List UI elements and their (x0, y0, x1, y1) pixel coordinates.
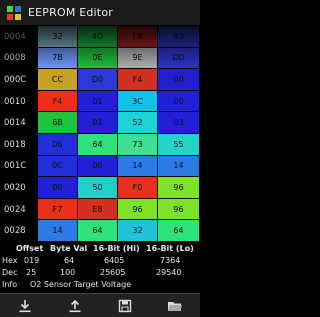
open-folder-button[interactable] (160, 296, 190, 316)
byte-cell[interactable]: 64 (78, 134, 118, 156)
grid-row: 0004 32 4D E8 A3 (0, 26, 200, 48)
byte-cell[interactable]: 32 (118, 220, 158, 242)
grid-row: 0010 F4 01 3C 00 (0, 90, 200, 113)
byte-cell[interactable]: 32 (38, 26, 78, 48)
save-icon (118, 299, 132, 312)
hex-label: Hex (2, 256, 18, 265)
byte-cell[interactable]: 0E (78, 47, 118, 70)
row-address: 001C (4, 161, 27, 172)
byte-cell[interactable]: F4 (118, 69, 158, 91)
byte-cell[interactable]: 64 (78, 220, 118, 242)
dec-offset: 25 (26, 268, 37, 277)
grid-row: 0020 00 50 F0 96 (0, 177, 200, 199)
byte-cell[interactable]: 73 (118, 134, 158, 156)
byte-cell[interactable]: E8 (118, 26, 158, 48)
byte-cell[interactable]: 64 (158, 220, 200, 242)
folder-open-icon (168, 301, 182, 311)
byte-cell[interactable]: 96 (118, 198, 158, 221)
dec-byte: 100 (60, 268, 76, 277)
byte-cell[interactable]: 3C (118, 90, 158, 113)
info-description-row: Info O2 Sensor Target Voltage (0, 280, 200, 291)
grid-row: 0028 14 64 32 64 (0, 220, 200, 242)
dec-hi: 25605 (100, 268, 126, 277)
row-address: 0020 (4, 182, 26, 193)
byte-cell[interactable]: DD (158, 47, 200, 70)
upload-icon (69, 299, 81, 312)
byte-cell[interactable]: 96 (158, 198, 200, 221)
hex-byte: 64 (64, 256, 75, 265)
byte-cell[interactable]: 7B (38, 47, 78, 70)
row-address: 0024 (4, 204, 26, 215)
title-bar: EEPROM Editor (0, 0, 200, 25)
header-offset: Offset (16, 244, 44, 253)
byte-cell[interactable]: 14 (38, 220, 78, 242)
byte-cell[interactable]: 01 (78, 90, 118, 113)
info-panel: Offset Byte Val 16-Bit (Hi) 16-Bit (Lo) … (0, 244, 200, 292)
hex-lo: 7364 (160, 256, 181, 265)
header-byte-val: Byte Val (50, 244, 88, 253)
row-address: 0028 (4, 226, 26, 237)
row-address: 0010 (4, 96, 26, 107)
grid-row: 001C 0C 00 14 14 (0, 155, 200, 178)
hex-grid: 0004 32 4D E8 A3 0008 7B 0E 9E DD 000C CC D0 F4 00 0010… (0, 26, 200, 242)
byte-cell[interactable]: F7 (38, 198, 78, 221)
grid-row: 0014 6B 01 52 03 (0, 112, 200, 134)
dec-label: Dec (2, 268, 18, 277)
byte-cell[interactable]: 06 (38, 134, 78, 156)
info-hex-row: Hex 019 64 6405 7364 (0, 256, 200, 267)
app-icon (7, 5, 21, 20)
info-description: O2 Sensor Target Voltage (30, 280, 132, 289)
byte-cell[interactable]: 01 (78, 112, 118, 134)
info-label: Info (2, 280, 18, 289)
byte-cell[interactable]: 50 (78, 177, 118, 199)
grid-row: 0018 06 64 73 55 (0, 134, 200, 156)
row-address: 0018 (4, 139, 26, 150)
upload-button[interactable] (60, 296, 90, 316)
info-dec-row: Dec 25 100 25605 29540 (0, 268, 200, 279)
row-address: 0004 (4, 31, 26, 42)
download-button[interactable] (10, 296, 40, 316)
byte-cell[interactable]: 6B (38, 112, 78, 134)
hex-hi: 6405 (104, 256, 125, 265)
row-address: 0008 (4, 53, 26, 64)
byte-cell[interactable]: CC (38, 69, 78, 91)
byte-cell[interactable]: 00 (38, 177, 78, 199)
grid-row: 0024 F7 E8 96 96 (0, 198, 200, 221)
grid-row: 000C CC D0 F4 00 (0, 69, 200, 91)
byte-cell[interactable]: 4D (78, 26, 118, 48)
byte-cell[interactable]: 0C (38, 155, 78, 178)
byte-cell[interactable]: 00 (158, 90, 200, 113)
byte-cell[interactable]: 03 (158, 112, 200, 134)
byte-cell[interactable]: 00 (158, 69, 200, 91)
byte-cell[interactable]: D0 (78, 69, 118, 91)
byte-cell[interactable]: A3 (158, 26, 200, 48)
byte-cell[interactable]: 52 (118, 112, 158, 134)
save-button[interactable] (110, 296, 140, 316)
row-address: 000C (4, 74, 27, 85)
bottom-toolbar (0, 293, 200, 317)
byte-cell[interactable]: 9E (118, 47, 158, 70)
header-16bit-hi: 16-Bit (Hi) (93, 244, 140, 253)
hex-offset: 019 (24, 256, 40, 265)
byte-cell[interactable]: 55 (158, 134, 200, 156)
byte-cell[interactable]: 14 (118, 155, 158, 178)
byte-cell[interactable]: 96 (158, 177, 200, 199)
info-header-row: Offset Byte Val 16-Bit (Hi) 16-Bit (Lo) (0, 244, 200, 255)
byte-cell[interactable]: 00 (78, 155, 118, 178)
grid-row: 0008 7B 0E 9E DD (0, 47, 200, 70)
byte-cell[interactable]: 14 (158, 155, 200, 178)
dec-lo: 29540 (156, 268, 182, 277)
byte-cell[interactable]: F4 (38, 90, 78, 113)
download-icon (19, 299, 31, 312)
row-address: 0014 (4, 118, 26, 129)
app-title: EEPROM Editor (28, 6, 113, 19)
header-16bit-lo: 16-Bit (Lo) (146, 244, 194, 253)
byte-cell[interactable]: E8 (78, 198, 118, 221)
byte-cell[interactable]: F0 (118, 177, 158, 199)
